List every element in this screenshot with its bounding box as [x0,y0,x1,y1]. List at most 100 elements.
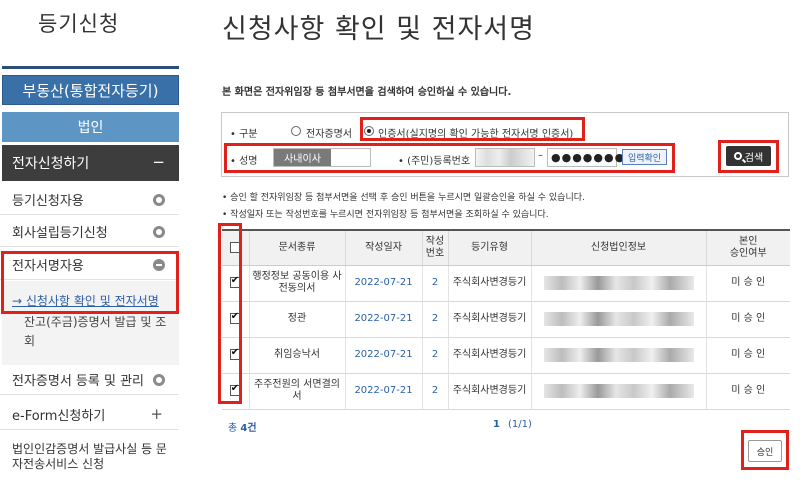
search-icon [733,152,742,160]
reg-type-cell: 주식회사변경등기 [448,265,532,302]
column-header: 문서종류 [249,229,346,266]
column-header: 신청법인정보 [531,229,707,266]
name-field[interactable]: 사내이사 [273,148,371,167]
corp-info-cell [531,301,707,338]
page-info: (1/1) [507,419,532,430]
search-button[interactable]: 검색 [726,146,771,166]
search-button-label: 검색 [744,152,764,164]
sidebar-item-apply[interactable]: 전자신청하기 − [2,145,179,181]
sidebar-item-sms-service[interactable]: 법인인감증명서 발급사실 등 문자전송서비스 신청 [12,442,172,472]
document-table: 문서종류 작성일자 작성 번호 등기유형 신청법인정보 본인 승인여부 행정정보… [222,229,790,410]
submenu-item-balance-cert[interactable]: 잔고(주금)증명서 발급 및 조회 [24,313,174,351]
table-row: 취임승낙서 2022-07-21 2 주식회사변경등기 미 승 인 [222,337,790,374]
table-row: 행정정보 공동이용 사전동의서 2022-07-21 2 주식회사변경등기 미 … [222,265,790,302]
sidebar-item-eform[interactable]: e-Form신청하기 + [0,400,179,430]
select-all-cell [222,229,250,266]
total-value: 4건 [240,423,257,434]
sidebar-item-label: e-Form신청하기 [12,409,106,424]
sidebar: 등기신청 부동산(통합전자등기) 법인 전자신청하기 − 등기신청자용 회사설립… [0,0,183,487]
reg-type-cell: 주식회사변경등기 [448,301,532,338]
redacted-info [543,312,694,326]
corp-info-cell [531,373,707,410]
reg-number-front-field[interactable] [475,148,535,167]
total-count: 총 4건 [228,419,257,434]
redacted-info [543,384,694,398]
sidebar-divider [2,66,179,69]
total-prefix: 총 [228,423,241,434]
collapse-icon[interactable] [153,259,165,271]
collapse-icon[interactable]: − [152,153,165,171]
date-link[interactable]: 2022-07-21 [345,301,423,338]
pagination: 1 (1/1) [493,419,532,430]
sidebar-item-label: 전자증명서 등록 및 관리 [12,374,144,389]
approval-status-cell: 미 승 인 [706,337,790,374]
name-value: 사내이사 [274,149,331,166]
expand-icon[interactable] [153,374,165,386]
approval-status-cell: 미 승 인 [706,301,790,338]
expand-icon[interactable] [153,194,165,206]
date-link[interactable]: 2022-07-21 [345,337,423,374]
reg-number-dash: – [538,150,543,161]
reg-number-back-field[interactable]: ●●●●●●● [547,148,624,167]
type-label: • 구분 [230,129,258,140]
number-link[interactable]: 2 [422,373,449,410]
page-title: 신청사항 확인 및 전자서명 [222,14,535,45]
row-checkbox[interactable] [229,383,241,396]
approval-status-cell: 미 승 인 [706,373,790,410]
table-header-row: 문서종류 작성일자 작성 번호 등기유형 신청법인정보 본인 승인여부 [222,229,790,266]
table-row: 주주전원의 서면결의서 2022-07-21 2 주식회사변경등기 미 승 인 [222,373,790,410]
approve-button[interactable]: 승인 [748,440,782,462]
expand-icon[interactable] [153,226,165,238]
number-link[interactable]: 2 [422,337,449,374]
corp-info-cell [531,265,707,302]
sidebar-item-cert-manage[interactable]: 전자증명서 등록 및 관리 [0,365,179,395]
number-link[interactable]: 2 [422,265,449,302]
number-link[interactable]: 2 [422,301,449,338]
doc-type-cell: 행정정보 공동이용 사전동의서 [249,265,346,302]
select-all-checkbox[interactable] [229,241,241,253]
input-confirm-button[interactable]: 입력확인 [622,149,667,165]
doc-type-cell: 주주전원의 서면결의서 [249,373,346,410]
sidebar-item-apply-label: 전자신청하기 [12,156,90,172]
help-note: • 작성일자 또는 작성번호를 누르시면 전자위임장 등 첨부서면을 조회하실 … [222,210,549,220]
approval-status-cell: 미 승 인 [706,265,790,302]
date-link[interactable]: 2022-07-21 [345,373,423,410]
column-header: 본인 승인여부 [706,229,790,266]
intro-text: 본 화면은 전자위임장 등 첨부서면을 검색하여 승인하실 수 있습니다. [222,87,512,98]
column-header: 작성일자 [345,229,423,266]
row-checkbox[interactable] [229,347,241,360]
row-checkbox[interactable] [229,311,241,324]
corp-info-cell [531,337,707,374]
radio-auth-cert[interactable] [364,126,374,136]
sidebar-item-applicant[interactable]: 등기신청자용 [0,185,179,215]
radio-auth-cert-label: 인증서(실지명의 확인 가능한 전자서명 인증서) [378,129,574,140]
redacted-info [543,276,694,290]
doc-type-cell: 정관 [249,301,346,338]
redacted-info [543,348,694,362]
corporation-button[interactable]: 법인 [2,112,179,142]
row-checkbox[interactable] [229,275,241,288]
sidebar-item-label: 등기신청자용 [12,194,84,209]
reg-type-cell: 주식회사변경등기 [448,337,532,374]
table-row: 정관 2022-07-21 2 주식회사변경등기 미 승 인 [222,301,790,338]
column-header: 등기유형 [448,229,532,266]
sidebar-item-company-setup[interactable]: 회사설립등기신청 [0,217,179,247]
name-label: • 성명 [230,156,258,167]
sidebar-item-label: 전자서명자용 [12,259,84,274]
radio-cert-doc[interactable] [291,126,301,136]
plus-icon[interactable]: + [150,405,163,423]
doc-type-cell: 취임승낙서 [249,337,346,374]
page-current[interactable]: 1 [493,419,500,430]
radio-cert-doc-label: 전자증명서 [306,129,352,140]
date-link[interactable]: 2022-07-21 [345,265,423,302]
sidebar-item-label: 회사설립등기신청 [12,226,108,241]
sidebar-item-signer[interactable]: 전자서명자용 [0,250,179,280]
reg-type-cell: 주식회사변경등기 [448,373,532,410]
search-panel [221,112,789,177]
help-note: • 승인 할 전자위임장 등 첨부서면을 선택 후 승인 버튼을 누르시면 일괄… [222,193,585,203]
column-header: 작성 번호 [422,229,449,266]
reg-number-label: • (주민)등록번호 [398,156,471,167]
submenu-item-confirm-sign[interactable]: → 신청사항 확인 및 전자서명 [12,292,159,309]
realestate-button[interactable]: 부동산(통합전자등기) [2,75,179,105]
sidebar-title: 등기신청 [38,12,120,36]
